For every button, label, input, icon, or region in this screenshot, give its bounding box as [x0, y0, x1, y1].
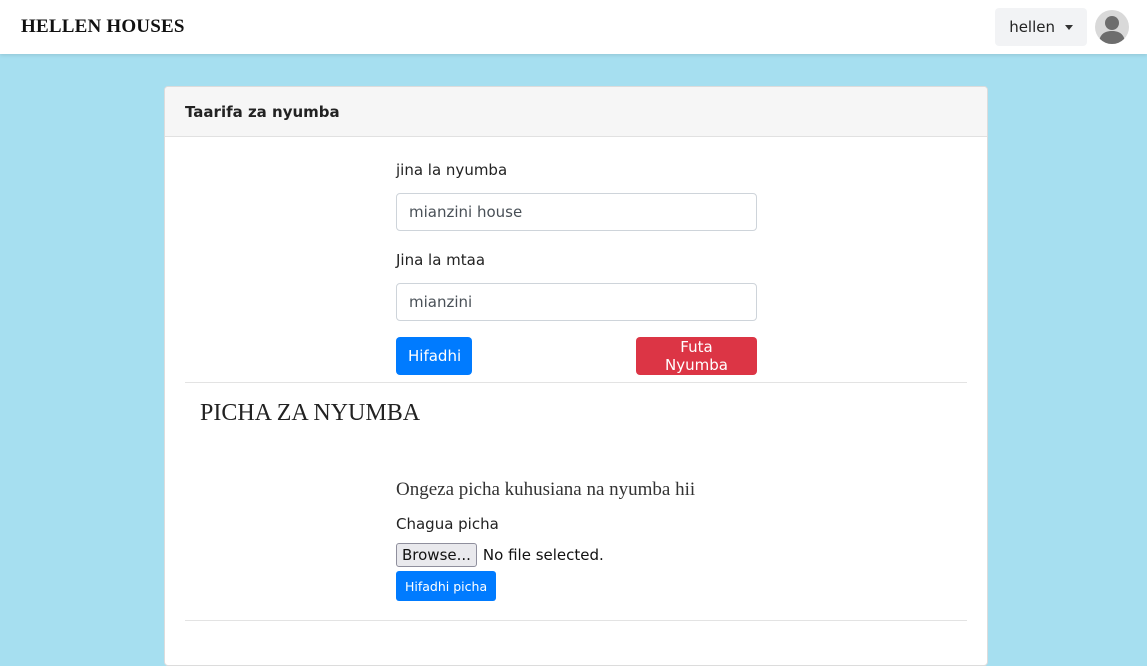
person-icon [1099, 16, 1125, 44]
choose-photo-label: Chagua picha [396, 515, 499, 533]
street-name-label: Jina la mtaa [396, 251, 486, 269]
house-info-card: Taarifa za nyumba jina la nyumba Jina la… [164, 86, 988, 666]
photos-section-title: PICHA ZA NYUMBA [200, 400, 421, 426]
card-header: Taarifa za nyumba [165, 87, 987, 137]
save-button[interactable]: Hifadhi [396, 337, 472, 375]
brand-logo[interactable]: HELLEN HOUSES [21, 16, 185, 38]
delete-house-button[interactable]: Futa Nyumba [636, 337, 757, 375]
browse-button[interactable]: Browse... [396, 543, 477, 567]
top-navbar: HELLEN HOUSES hellen [0, 0, 1147, 54]
user-name: hellen [1009, 18, 1055, 36]
file-input: Browse... No file selected. [396, 543, 796, 567]
house-form: jina la nyumba Jina la mtaa Hifadhi Futa… [396, 161, 757, 375]
file-status: No file selected. [482, 546, 604, 564]
save-photo-button[interactable]: Hifadhi picha [396, 571, 497, 601]
caret-down-icon [1065, 24, 1073, 30]
upload-heading: Ongeza picha kuhusiana na nyumba hii [396, 479, 696, 500]
photo-upload-form: Ongeza picha kuhusiana na nyumba hii Cha… [396, 479, 796, 601]
divider [185, 620, 967, 621]
street-name-input[interactable] [396, 283, 757, 321]
house-name-label: jina la nyumba [396, 161, 508, 179]
house-name-input[interactable] [396, 193, 757, 231]
user-dropdown[interactable]: hellen [995, 8, 1087, 46]
form-actions: Hifadhi Futa Nyumba [396, 337, 757, 375]
user-avatar-icon[interactable] [1095, 10, 1129, 44]
divider [185, 382, 967, 383]
nav-user-area: hellen [995, 8, 1129, 46]
